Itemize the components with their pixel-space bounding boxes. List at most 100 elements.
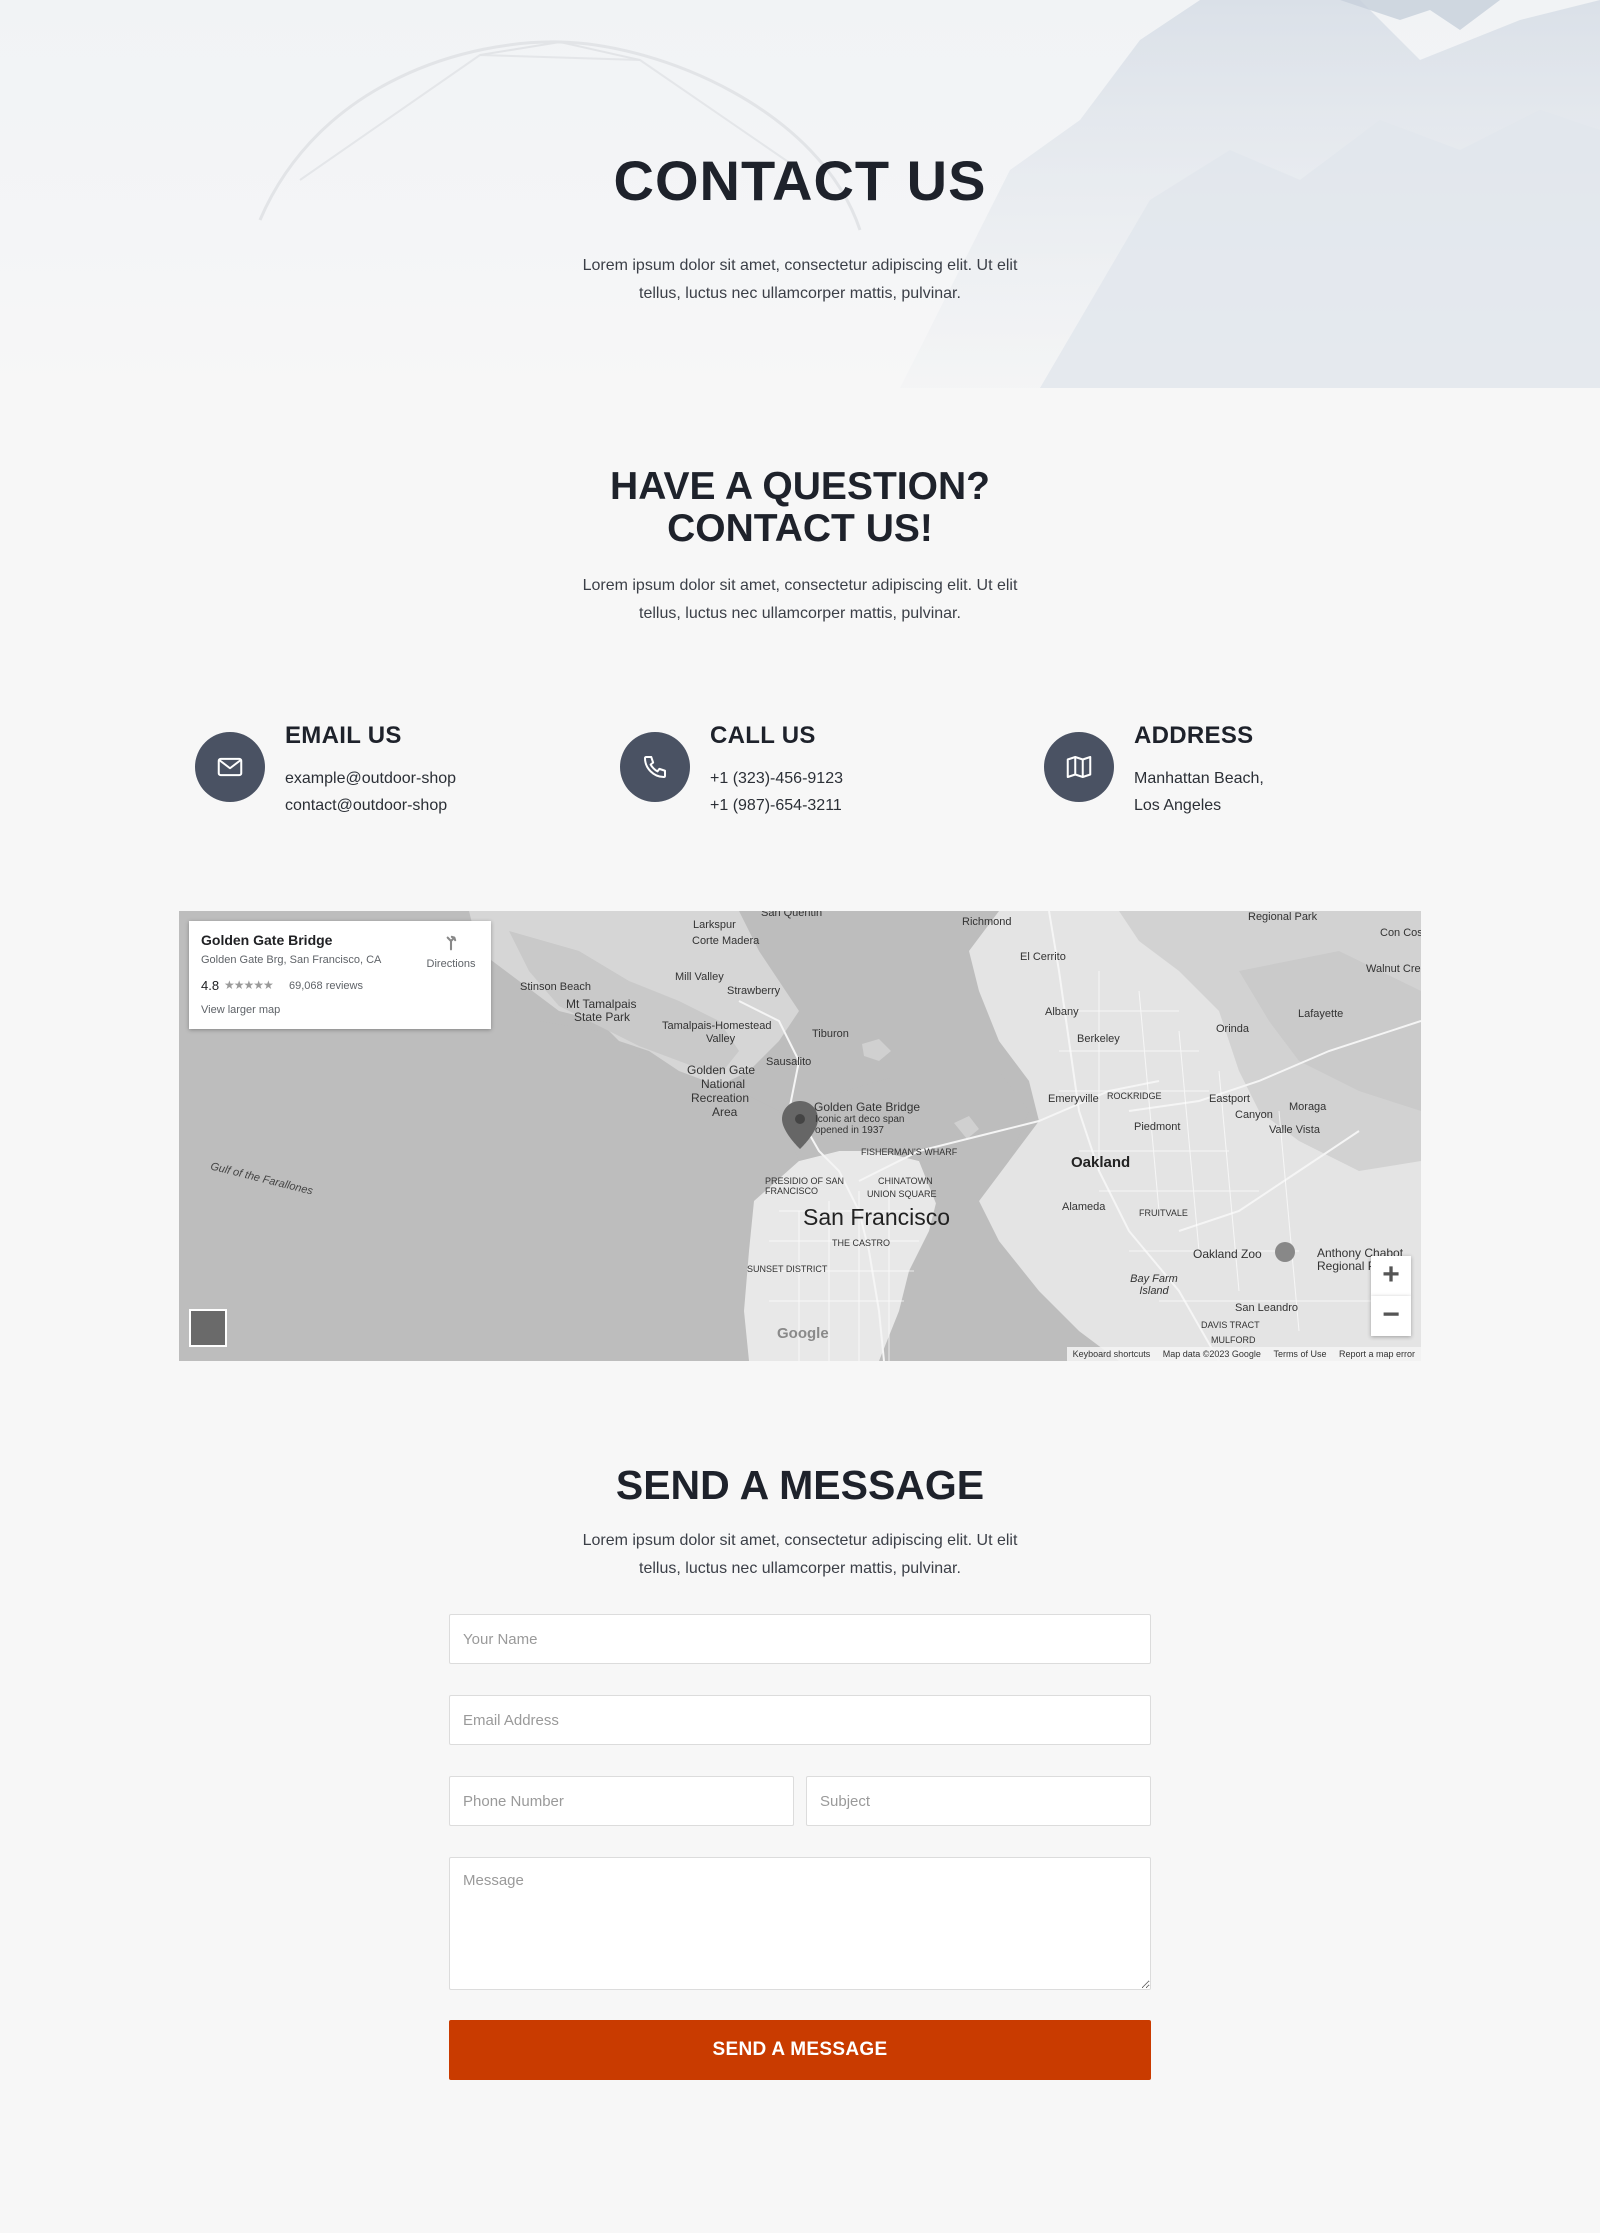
map-label-moraga: Moraga [1289,1101,1327,1113]
map-label-piedmont: Piedmont [1134,1121,1181,1133]
map-label-ggnra-1: Golden Gate [687,1063,756,1077]
map-label-orinda: Orinda [1216,1023,1250,1035]
map-label-oakland: Oakland [1071,1154,1131,1171]
email-line-2[interactable]: contact@outdoor-shop [285,797,447,815]
call-heading: CALL US [710,722,816,749]
terms-of-use-link[interactable]: Terms of Use [1273,1349,1326,1359]
directions-icon [446,935,457,951]
map-label-valley: Valley [706,1033,736,1045]
map-label-valle-vista: Valle Vista [1269,1124,1320,1136]
question-heading-line1: HAVE A QUESTION? [610,465,990,508]
map-label-rockridge: ROCKRIDGE [1107,1091,1162,1101]
phone-input[interactable] [449,1776,794,1826]
map-label-contra-costa: Con Costa C [1380,927,1421,939]
map-label-larkspur: Larkspur [693,919,736,931]
map-label-bay-farm: Bay Farm Island [1130,1273,1178,1297]
hero-section: CONTACT US Lorem ipsum dolor sit amet, c… [0,0,1600,388]
map-label-tamalpais-homestead: Tamalpais-Homestead [662,1020,772,1032]
map-label-ggnra-4: Area [712,1105,738,1119]
subject-input[interactable] [806,1776,1151,1826]
street-view-thumbnail[interactable] [189,1309,227,1347]
map-label-berkeley: Berkeley [1077,1033,1120,1045]
directions-button[interactable]: Directions [421,931,481,970]
map-label-mulford: MULFORD [1211,1335,1256,1345]
map-label-mill-valley: Mill Valley [675,971,724,983]
map-label-iconic: Iconic art deco span [815,1114,905,1125]
map-label-canyon: Canyon [1235,1109,1273,1121]
zoom-in-button[interactable]: + [1371,1256,1411,1296]
phone-line-2[interactable]: +1 (987)-654-3211 [710,797,842,815]
map-label-emeryville: Emeryville [1048,1093,1099,1105]
map-label-presidio: PRESIDIO OF SAN FRANCISCO [765,1176,845,1196]
directions-label: Directions [426,958,476,970]
question-lead-text: Lorem ipsum dolor sit amet, consectetur … [582,577,1018,622]
map-label-strawberry: Strawberry [727,985,781,997]
map-label-mt-tamalpais: Mt Tamalpais [566,997,637,1011]
map-label-albany: Albany [1045,1006,1079,1018]
map-label-eastport: Eastport [1209,1093,1250,1105]
contact-address: ADDRESS Manhattan Beach, Los Angeles [1044,722,1344,822]
map-label-fishermans-wharf: FISHERMAN'S WHARF [861,1147,958,1157]
contact-call: CALL US +1 (323)-456-9123 +1 (987)-654-3… [620,722,920,822]
address-heading: ADDRESS [1134,722,1254,749]
hero-lead-text: Lorem ipsum dolor sit amet, consectetur … [582,257,1018,302]
name-input[interactable] [449,1614,1151,1664]
map-attribution: Keyboard shortcuts Map data ©2023 Google… [1066,1347,1421,1361]
rating-stars-icon: ★★★★★ [224,978,274,992]
map-label-opened: opened in 1937 [815,1125,884,1136]
map-label-sunset-district: SUNSET DISTRICT [747,1264,828,1274]
contact-email: EMAIL US example@outdoor-shop contact@ou… [195,722,495,822]
map-label-state-park: State Park [574,1010,631,1024]
email-heading: EMAIL US [285,722,402,749]
map-label-the-castro: THE CASTRO [832,1238,891,1248]
place-address: Golden Gate Brg, San Francisco, CA [201,954,382,966]
map-label-union-square: UNION SQUARE [867,1189,937,1199]
map-label-ggnra-3: Recreation [691,1091,750,1105]
map-label-tiburon: Tiburon [812,1028,849,1040]
send-message-lead-text: Lorem ipsum dolor sit amet, consectetur … [582,1532,1018,1577]
phone-icon [620,732,690,802]
map-label-sausalito: Sausalito [766,1056,812,1068]
send-message-heading: SEND A MESSAGE [615,1462,985,1508]
keyboard-shortcuts-link[interactable]: Keyboard shortcuts [1073,1349,1151,1359]
google-logo: Google [777,1325,829,1342]
zoom-out-button[interactable]: − [1371,1296,1411,1336]
place-reviews-link[interactable]: 69,068 reviews [289,980,363,992]
map-label-regional-park: Regional Park [1248,911,1318,923]
place-rating: 4.8 [201,978,220,993]
email-line-1[interactable]: example@outdoor-shop [285,770,456,788]
phone-line-1[interactable]: +1 (323)-456-9123 [710,770,843,788]
map-label-san-francisco: San Francisco [803,1204,951,1230]
map-label-ggnra-2: National [701,1077,746,1091]
report-map-error-link[interactable]: Report a map error [1339,1349,1415,1359]
send-message-button[interactable]: SEND A MESSAGE [449,2020,1151,2080]
view-larger-map-link[interactable]: View larger map [201,1004,280,1016]
map-label-san-quentin: San Quentin [761,911,823,919]
page-title: CONTACT US [613,149,987,212]
map-label-corte-madera: Corte Madera [692,935,760,947]
question-heading-line2: CONTACT US! [667,507,933,550]
map-label-alameda: Alameda [1062,1201,1106,1213]
address-line-2: Los Angeles [1134,797,1222,814]
message-textarea[interactable] [449,1857,1151,1990]
map-icon [1044,732,1114,802]
map-label-walnut-creek: Walnut Cre [1366,963,1421,975]
map-label-davis-tract: DAVIS TRACT [1201,1320,1260,1330]
map-label-oakland-zoo: Oakland Zoo [1193,1247,1262,1261]
map-label-richmond: Richmond [962,916,1012,928]
map-label-fruitvale: FRUITVALE [1139,1208,1188,1218]
map-label-san-leandro: San Leandro [1235,1302,1298,1314]
map-label-el-cerrito: El Cerrito [1020,951,1066,963]
google-map[interactable]: San Quentin Larkspur Corte Madera Richmo… [179,911,1421,1361]
map-data-text: Map data ©2023 Google [1162,1349,1261,1359]
map-label-chinatown: CHINATOWN [878,1176,933,1186]
map-label-lafayette: Lafayette [1298,1008,1344,1020]
envelope-icon [195,732,265,802]
address-line-1: Manhattan Beach, [1134,770,1264,787]
email-input[interactable] [449,1695,1151,1745]
question-heading: HAVE A QUESTION? CONTACT US! [0,466,1600,550]
place-title: Golden Gate Bridge [201,932,333,948]
map-label-golden-gate-bridge: Golden Gate Bridge [814,1100,921,1114]
map-label-stinson-beach: Stinson Beach [520,981,591,993]
map-place-card: Golden Gate Bridge Golden Gate Brg, San … [189,921,491,1029]
